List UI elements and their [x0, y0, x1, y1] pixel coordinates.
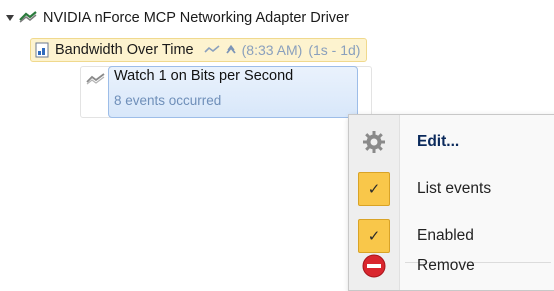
- menu-item-list-events-label: List events: [417, 180, 492, 197]
- menu-item-edit-label: Edit...: [417, 133, 460, 150]
- priority-up-icon: [225, 45, 236, 55]
- menu-item-remove-label: Remove: [417, 257, 475, 274]
- signal-wave-icon: [204, 45, 220, 55]
- tree-root-label: NVIDIA nForce MCP Networking Adapter Dri…: [43, 10, 349, 26]
- monitor-label: Bandwidth Over Time: [55, 42, 194, 58]
- context-menu: Edit... ✓ List events ✓ Enabled Remove: [348, 114, 554, 291]
- network-adapter-icon: [18, 11, 38, 25]
- monitor-time: (8:33 AM): [241, 42, 303, 58]
- menu-item-edit[interactable]: Edit...: [349, 119, 554, 165]
- menu-item-list-events[interactable]: ✓ List events: [349, 166, 554, 212]
- watch-title: Watch 1 on Bits per Second: [114, 68, 294, 84]
- tree-row-root[interactable]: NVIDIA nForce MCP Networking Adapter Dri…: [4, 8, 349, 28]
- gear-icon: [349, 130, 399, 154]
- watch-events-count: 8 events occurred: [114, 93, 222, 108]
- remove-icon: [349, 254, 399, 278]
- monitor-range: (1s - 1d): [308, 42, 361, 58]
- document-icon: [35, 42, 49, 58]
- watch-signal-icon: [86, 72, 106, 90]
- checkmark-icon: ✓: [358, 172, 390, 206]
- expand-arrow-icon[interactable]: [4, 8, 16, 28]
- menu-item-remove[interactable]: Remove: [349, 243, 554, 289]
- tree-row-monitor[interactable]: Bandwidth Over Time (8:33 AM) (1s - 1d): [30, 38, 368, 62]
